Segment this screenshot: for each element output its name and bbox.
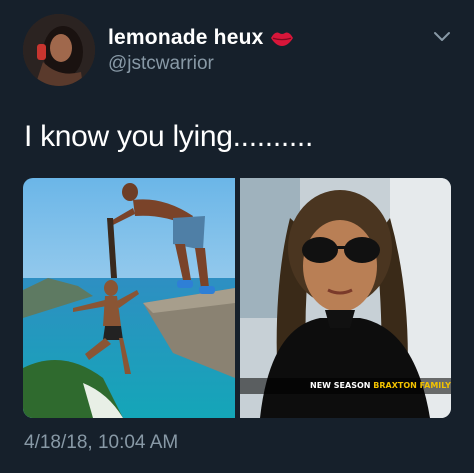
cliff-photo: [23, 178, 235, 418]
video-caption-strip: NEW SEASON BRAXTON FAMILY VALUES TI: [240, 378, 451, 394]
display-name[interactable]: lemonade heux: [108, 26, 263, 50]
avatar[interactable]: [23, 14, 95, 86]
caption-show-title: BRAXTON FAMILY VALUES TI: [373, 381, 451, 390]
chevron-down-icon[interactable]: [432, 30, 452, 44]
user-handle[interactable]: @jstcwarrior: [108, 53, 214, 75]
caption-new-season: NEW SEASON: [310, 381, 371, 390]
media-image-right[interactable]: NEW SEASON BRAXTON FAMILY VALUES TI: [240, 178, 451, 418]
author-name-row[interactable]: lemonade heux: [108, 26, 294, 50]
lips-icon: [271, 32, 294, 46]
tweet-text: I know you lying..........: [24, 120, 313, 153]
avatar-image: [23, 14, 95, 86]
tweet-timestamp[interactable]: 4/18/18, 10:04 AM: [24, 432, 178, 454]
media-image-left[interactable]: [23, 178, 235, 418]
